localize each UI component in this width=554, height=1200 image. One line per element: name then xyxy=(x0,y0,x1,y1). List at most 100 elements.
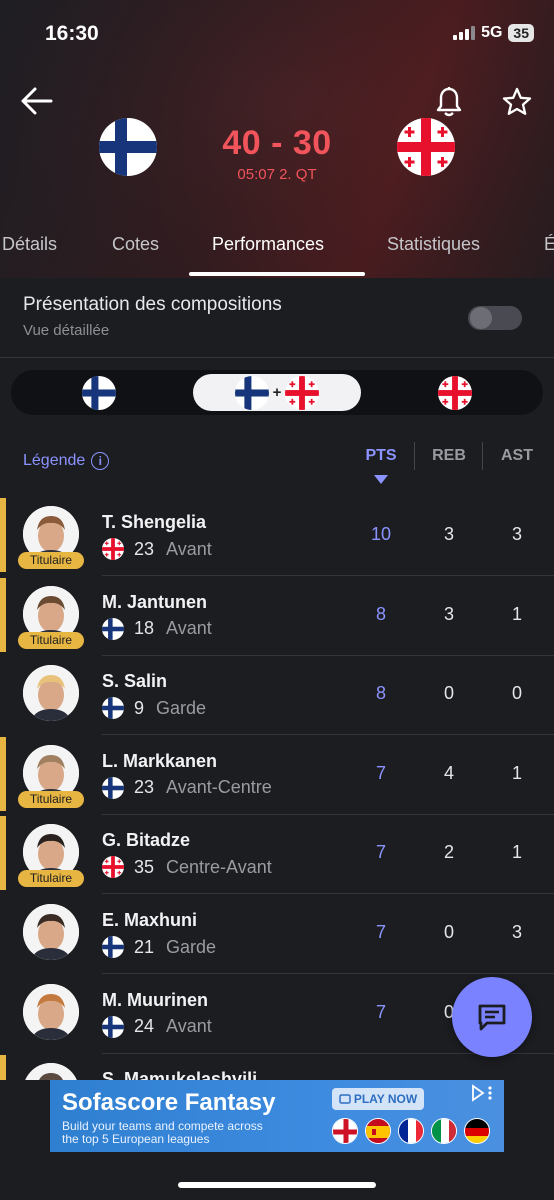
starter-indicator xyxy=(0,736,6,811)
sort-descending-icon xyxy=(374,475,388,484)
stat-ast: 3 xyxy=(511,922,522,942)
france-flag-icon xyxy=(398,1118,424,1144)
filter-both-teams[interactable]: + xyxy=(193,374,361,411)
player-name: M. Muurinen xyxy=(102,989,208,1010)
ad-button-label: PLAY NOW xyxy=(353,1092,418,1106)
player-position: Avant xyxy=(166,1016,212,1037)
starter-badge: Titulaire xyxy=(18,790,84,808)
stat-reb: 3 xyxy=(443,524,454,544)
ticket-icon xyxy=(339,1094,351,1104)
detailed-view-toggle[interactable] xyxy=(468,306,522,330)
chat-icon xyxy=(478,1004,506,1031)
england-flag-icon xyxy=(332,1118,358,1144)
player-name: G. Bitadze xyxy=(102,830,191,851)
player-row[interactable]: S. Salin 9 Garde 8 0 0 xyxy=(0,655,554,736)
table-header: Légende i PTS REB AST xyxy=(0,438,554,488)
match-header: 16:30 5G 35 40 - 30 05:07 2. QT Détails … xyxy=(0,0,554,278)
back-arrow-icon[interactable] xyxy=(20,86,54,116)
player-row[interactable]: TitulaireS. Mamukelashvili xyxy=(0,1053,554,1080)
column-header-pts[interactable]: PTS xyxy=(356,447,406,465)
jersey-number: 24 xyxy=(134,1016,155,1037)
compositions-title: Présentation des compositions xyxy=(23,294,282,315)
tab-more[interactable]: É xyxy=(544,234,554,255)
player-meta: 23 Avant xyxy=(102,538,212,560)
finland-flag-icon xyxy=(102,617,124,640)
legend-label: Légende xyxy=(23,452,86,469)
jersey-number: 35 xyxy=(134,856,155,877)
ad-play-now-button[interactable]: PLAY NOW xyxy=(332,1088,424,1110)
stat-reb: 4 xyxy=(443,762,454,783)
georgia-flag-icon xyxy=(285,375,320,410)
player-row[interactable]: Titulaire M. Jantunen 18 Avant 8 3 1 xyxy=(0,576,554,656)
player-position: Garde xyxy=(156,697,207,718)
starter-badge: Titulaire xyxy=(18,552,84,569)
ad-banner[interactable]: Sofascore Fantasy Build your teams and c… xyxy=(50,1080,504,1152)
player-name: S. Mamukelashvili xyxy=(102,1069,258,1080)
stat-ast: 0 xyxy=(511,683,522,704)
stat-ast: 1 xyxy=(511,762,522,783)
stat-reb: 0 xyxy=(443,922,454,942)
stat-reb: 2 xyxy=(443,842,454,863)
player-row[interactable]: E. Maxhuni 21 Garde 7 0 3 xyxy=(0,894,554,974)
starter-indicator xyxy=(0,816,6,891)
jersey-number: 23 xyxy=(134,777,155,798)
filter-finland[interactable] xyxy=(79,374,119,411)
finland-flag-icon xyxy=(102,936,124,958)
player-position: Garde xyxy=(166,936,217,957)
player-avatar xyxy=(23,665,79,722)
home-indicator[interactable] xyxy=(178,1182,376,1188)
status-time: 16:30 xyxy=(45,22,99,45)
bell-icon[interactable] xyxy=(434,86,464,118)
team-filter: + xyxy=(11,370,543,415)
away-team-flag-georgia[interactable] xyxy=(397,118,455,176)
stat-ast: 1 xyxy=(511,842,522,863)
legend-button[interactable]: Légende i xyxy=(23,452,110,470)
player-position: Avant xyxy=(166,618,212,639)
italy-flag-icon xyxy=(431,1118,457,1144)
bottom-area: Sofascore Fantasy Build your teams and c… xyxy=(0,1080,554,1200)
player-avatar xyxy=(23,983,79,1040)
starter-badge: Titulaire xyxy=(18,870,84,888)
player-meta: 24 Avant xyxy=(102,1015,212,1038)
jersey-number: 18 xyxy=(134,618,155,639)
player-meta: 9 Garde xyxy=(102,697,207,720)
player-row[interactable]: Titulaire T. Shengelia 23 Avant 10 3 3 xyxy=(0,496,554,576)
jersey-number: 21 xyxy=(134,936,155,957)
tab-statistics[interactable]: Statistiques xyxy=(387,234,480,255)
player-row[interactable]: Titulaire L. Markkanen 23 Avant-Centre 7 4 1 xyxy=(0,735,554,815)
filter-georgia[interactable] xyxy=(435,374,475,411)
spain-flag-icon xyxy=(365,1118,391,1144)
compositions-setting: Présentation des compositions Vue détail… xyxy=(0,278,554,358)
stat-ast: 1 xyxy=(511,603,522,624)
player-meta: 18 Avant xyxy=(102,617,212,640)
ad-choices-icon[interactable] xyxy=(470,1084,494,1105)
player-meta: 35 Centre-Avant xyxy=(102,856,272,879)
tab-performances[interactable]: Performances xyxy=(212,234,324,255)
player-name: M. Jantunen xyxy=(102,591,208,612)
tab-details[interactable]: Détails xyxy=(2,234,57,255)
stat-pts: 10 xyxy=(370,524,392,544)
tab-odds[interactable]: Cotes xyxy=(112,234,159,255)
stat-pts: 7 xyxy=(375,842,386,863)
status-indicators: 5G 35 xyxy=(453,24,534,42)
stat-pts: 7 xyxy=(375,1001,386,1022)
player-avatar xyxy=(23,1063,79,1080)
stat-ast: 3 xyxy=(511,524,522,544)
column-header-reb[interactable]: REB xyxy=(424,447,474,465)
player-avatar xyxy=(23,904,79,960)
column-header-ast[interactable]: AST xyxy=(492,447,542,465)
starter-indicator xyxy=(0,1055,6,1080)
chat-button[interactable] xyxy=(452,977,532,1057)
column-divider xyxy=(482,442,483,470)
finland-flag-icon xyxy=(82,375,116,410)
tab-bar: Détails Cotes Performances Statistiques … xyxy=(0,226,554,278)
player-row[interactable]: Titulaire G. Bitadze 35 Centre-Avant 7 2 1 xyxy=(0,814,554,895)
signal-icon xyxy=(453,26,476,40)
match-score: 40 - 30 xyxy=(222,124,332,162)
plus-separator: + xyxy=(272,384,282,401)
jersey-number: 23 xyxy=(134,538,155,559)
star-icon[interactable] xyxy=(501,86,533,118)
player-name: E. Maxhuni xyxy=(102,910,198,930)
germany-flag-icon xyxy=(464,1118,490,1144)
player-meta: 23 Avant-Centre xyxy=(102,776,272,799)
